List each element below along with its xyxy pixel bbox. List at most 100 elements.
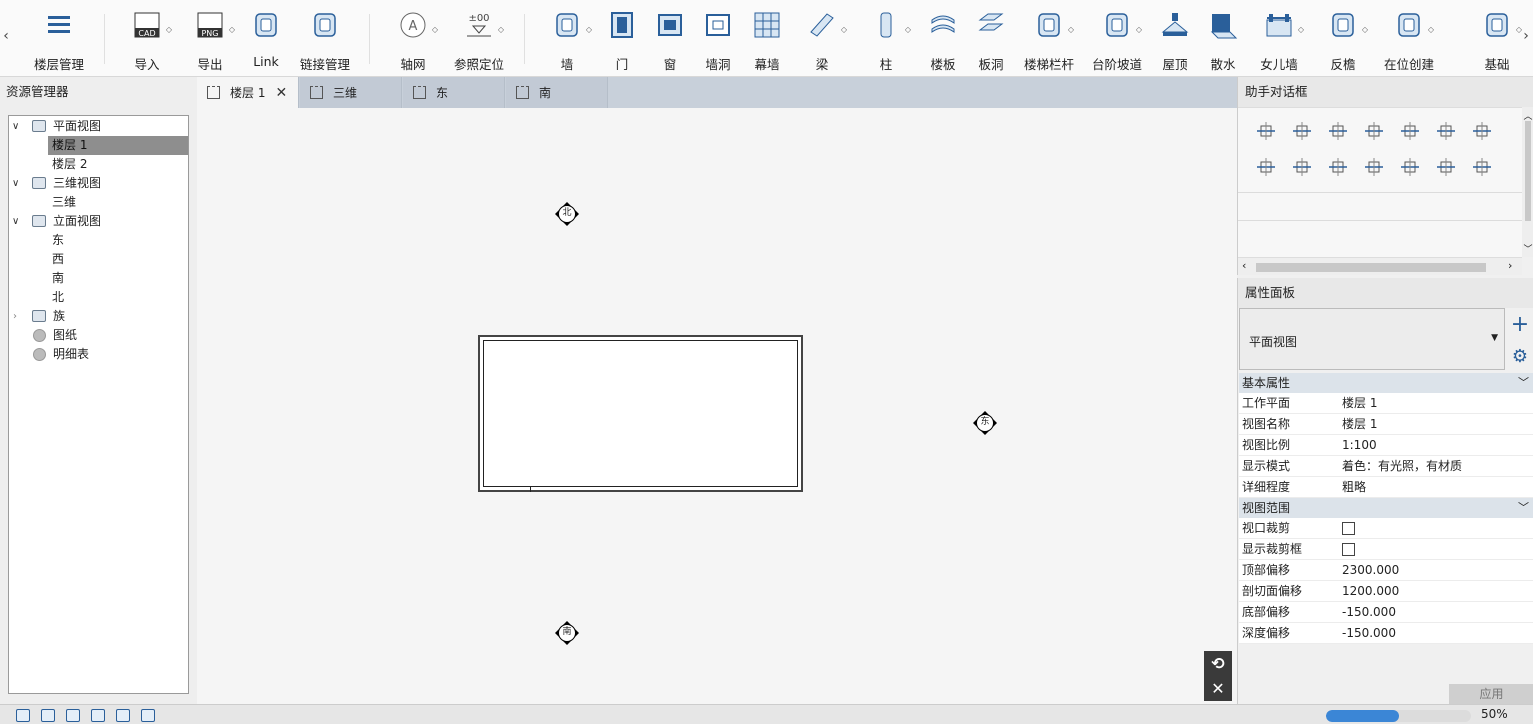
- tree-item[interactable]: 楼层 2: [48, 155, 188, 174]
- step-ramp-button[interactable]: ◇ 台阶坡道: [1087, 6, 1147, 72]
- step-ramp-label: 台阶坡道: [1091, 57, 1142, 72]
- north-elevation-marker[interactable]: 北: [554, 201, 580, 227]
- tree-item[interactable]: 楼层 1: [48, 136, 188, 155]
- property-checkbox[interactable]: [1342, 543, 1355, 556]
- export-label: 导出: [197, 57, 223, 72]
- trim-icon[interactable]: [1255, 156, 1277, 178]
- add-icon[interactable]: +: [1508, 310, 1532, 338]
- family-b-icon[interactable]: [116, 709, 130, 722]
- chevron-down-icon[interactable]: ∨: [12, 117, 19, 136]
- curtain-wall-button[interactable]: 幕墙: [737, 6, 797, 72]
- ribbon-scroll-left-icon[interactable]: ‹: [0, 28, 12, 44]
- chevron-down-icon: ◇: [497, 25, 504, 34]
- align-icon[interactable]: [1363, 120, 1385, 142]
- column-button[interactable]: ◇ 柱: [856, 6, 916, 72]
- array-icon[interactable]: [1327, 156, 1349, 178]
- slab-opening-button[interactable]: 板洞: [961, 6, 1021, 72]
- tree-item[interactable]: 南: [48, 269, 188, 288]
- south-elevation-marker[interactable]: 南: [554, 620, 580, 646]
- split-icon[interactable]: [1399, 120, 1421, 142]
- tree-item[interactable]: 明细表: [9, 345, 188, 364]
- grid-button[interactable]: A ◇ 轴网: [383, 6, 443, 72]
- property-section-header[interactable]: 视图范围 ﹀: [1239, 498, 1533, 518]
- tab-view[interactable]: 三维: [300, 77, 402, 108]
- property-section-header[interactable]: 基本属性 ﹀: [1239, 373, 1533, 393]
- tree-item[interactable]: › 族: [9, 307, 188, 326]
- filter-select-icon[interactable]: [66, 709, 80, 722]
- tab-view[interactable]: 南: [506, 77, 608, 108]
- tree-item[interactable]: 三维: [48, 193, 188, 212]
- sheet-icon: [33, 329, 46, 342]
- floor-mgmt-button[interactable]: 楼层管理: [29, 6, 89, 72]
- chevron-down-icon: ◇: [840, 25, 847, 34]
- gear-icon[interactable]: ⚙: [1508, 342, 1532, 370]
- reset-view-icon[interactable]: ⟲: [1204, 651, 1232, 676]
- mirror-icon[interactable]: [1399, 156, 1421, 178]
- export-button[interactable]: PNG ◇ 导出: [180, 6, 240, 72]
- tree-item[interactable]: 东: [48, 231, 188, 250]
- group-icon[interactable]: [1363, 156, 1385, 178]
- ref-level-label: 参照定位: [453, 57, 504, 72]
- close-icon[interactable]: ✕: [275, 85, 287, 101]
- property-checkbox[interactable]: [1342, 522, 1355, 535]
- property-value[interactable]: 楼层 1: [1342, 414, 1377, 435]
- property-value[interactable]: -150.000: [1342, 623, 1396, 644]
- tree-item[interactable]: 北: [48, 288, 188, 307]
- property-value[interactable]: 楼层 1: [1342, 393, 1377, 414]
- close-icon[interactable]: ✕: [1204, 676, 1232, 701]
- chevron-down-icon[interactable]: ∨: [12, 174, 19, 193]
- wall-outline[interactable]: [478, 335, 803, 492]
- assistant-horizontal-scrollbar[interactable]: ‹ ›: [1238, 257, 1522, 275]
- move-icon[interactable]: [1255, 120, 1277, 142]
- offset-icon[interactable]: [1435, 120, 1457, 142]
- tree-item[interactable]: 图纸: [9, 326, 188, 345]
- ribbon-scroll-right-icon[interactable]: ›: [1520, 28, 1532, 44]
- tab-view[interactable]: 楼层 1 ✕: [197, 77, 299, 108]
- type-selector-dropdown[interactable]: 平面视图 ▼: [1239, 308, 1505, 370]
- chevron-right-icon[interactable]: ›: [13, 307, 17, 326]
- eraser-icon[interactable]: [1435, 156, 1457, 178]
- tree-item[interactable]: ∨ 三维视图: [9, 174, 188, 193]
- rotate-icon[interactable]: [1327, 120, 1349, 142]
- stair-railing-button[interactable]: ◇ 楼梯栏杆: [1019, 6, 1079, 72]
- link-button[interactable]: Link: [236, 6, 296, 72]
- family-a-icon[interactable]: [91, 709, 105, 722]
- apron-button[interactable]: 散水: [1193, 6, 1253, 72]
- chevron-down-icon[interactable]: ∨: [12, 212, 19, 231]
- property-value[interactable]: 1200.000: [1342, 581, 1399, 602]
- property-value[interactable]: 1:100: [1342, 435, 1377, 456]
- in-place-button[interactable]: ◇ 在位创建: [1379, 6, 1439, 72]
- assistant-vertical-scrollbar[interactable]: ︿ ﹀: [1522, 107, 1533, 257]
- tree-item[interactable]: ∨ 平面视图: [9, 117, 188, 136]
- beam-button[interactable]: ◇ 梁: [792, 6, 852, 72]
- tab-view[interactable]: 东: [403, 77, 505, 108]
- foundation-button[interactable]: ◇ 基础: [1467, 6, 1527, 72]
- east-elevation-marker[interactable]: 东: [972, 410, 998, 436]
- property-value[interactable]: 2300.000: [1342, 560, 1399, 581]
- chevron-down-icon[interactable]: ﹀: [1518, 498, 1529, 518]
- eave-button[interactable]: ◇ 反檐: [1313, 6, 1373, 72]
- select-all-icon[interactable]: [16, 709, 30, 722]
- property-value[interactable]: 着色：有光照，有材质: [1342, 456, 1462, 477]
- apply-button[interactable]: 应用: [1449, 684, 1533, 704]
- tree-item[interactable]: ∨ 立面视图: [9, 212, 188, 231]
- wall-button[interactable]: ◇ 墙: [537, 6, 597, 72]
- property-value[interactable]: 粗略: [1342, 477, 1366, 498]
- chevron-down-icon[interactable]: ﹀: [1518, 373, 1529, 393]
- family-c-icon[interactable]: [141, 709, 155, 722]
- parapet-button[interactable]: ◇ 女儿墙: [1249, 6, 1309, 72]
- tree-item[interactable]: 西: [48, 250, 188, 269]
- view-icon: [310, 86, 323, 99]
- duplicate-icon[interactable]: [1471, 120, 1493, 142]
- link-mgmt-button[interactable]: 链接管理: [295, 6, 355, 72]
- property-value[interactable]: -150.000: [1342, 602, 1396, 623]
- import-button[interactable]: CAD ◇ 导入: [117, 6, 177, 72]
- property-row: 工作平面 楼层 1: [1239, 393, 1533, 414]
- drawing-canvas[interactable]: 北 东 南 ⟲ ✕: [197, 108, 1237, 704]
- ref-level-button[interactable]: ±00 ◇ 参照定位: [449, 6, 509, 72]
- extend-icon[interactable]: [1291, 156, 1313, 178]
- property-key: 详细程度: [1242, 480, 1291, 494]
- paint-icon[interactable]: [1471, 156, 1493, 178]
- filter-icon[interactable]: [41, 709, 55, 722]
- copy-icon[interactable]: [1291, 120, 1313, 142]
